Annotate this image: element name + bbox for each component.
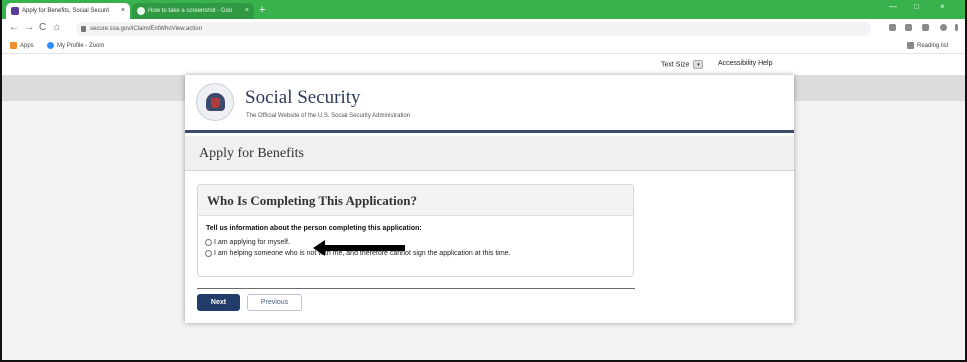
extensions-icon[interactable] bbox=[905, 24, 912, 31]
bookmark-label: Apps bbox=[20, 43, 34, 50]
utility-bar: Text Size ▾ Accessibility Help bbox=[2, 55, 965, 75]
tab-label: How to take a screenshot - Goo bbox=[148, 8, 233, 14]
tab-screenshot-search[interactable]: How to take a screenshot - Goo × bbox=[132, 3, 254, 19]
page-title: Apply for Benefits bbox=[199, 146, 304, 161]
text-size-control[interactable]: Text Size ▾ bbox=[661, 60, 704, 69]
accessibility-help-link[interactable]: Accessibility Help bbox=[718, 60, 772, 67]
maximize-button[interactable]: □ bbox=[914, 2, 919, 11]
browser-toolbar: ← → C ⌂ secure.ssa.gov/iClaim/EntWhoView… bbox=[2, 19, 965, 39]
next-button[interactable]: Next bbox=[197, 294, 240, 311]
bookmark-star-icon[interactable] bbox=[922, 24, 929, 31]
bookmark-zoom-profile[interactable]: My Profile - Zoom bbox=[47, 42, 104, 51]
panel-title: Who Is Completing This Application? bbox=[207, 193, 417, 208]
google-favicon-icon bbox=[137, 7, 145, 15]
back-button[interactable]: ← bbox=[9, 22, 19, 33]
panel-header: Who Is Completing This Application? bbox=[198, 185, 633, 216]
tab-apply-for-benefits[interactable]: Apply for Benefits, Social Securit × bbox=[6, 3, 130, 19]
url-text: secure.ssa.gov/iClaim/EntWhoView.action bbox=[90, 26, 202, 32]
question-panel: Who Is Completing This Application? Tell… bbox=[197, 184, 634, 277]
profile-icon[interactable] bbox=[940, 24, 947, 31]
home-button[interactable]: ⌂ bbox=[54, 22, 60, 33]
forward-button[interactable]: → bbox=[24, 22, 34, 33]
bookmark-apps[interactable]: Apps bbox=[10, 42, 34, 51]
application-card: Social Security The Official Website of … bbox=[185, 75, 794, 323]
question-prompt: Tell us information about the person com… bbox=[206, 225, 422, 232]
page-title-bar: Apply for Benefits bbox=[185, 136, 794, 171]
zoom-icon[interactable] bbox=[889, 24, 896, 31]
tab-strip: Apply for Benefits, Social Securit × How… bbox=[2, 0, 965, 19]
shield-icon bbox=[211, 98, 220, 108]
page-content: Text Size ▾ Accessibility Help Social Se… bbox=[2, 55, 965, 360]
text-size-label: Text Size bbox=[661, 61, 690, 69]
divider bbox=[197, 288, 635, 289]
radio-button[interactable] bbox=[205, 238, 212, 246]
tab-label: Apply for Benefits, Social Securit bbox=[22, 8, 110, 14]
bookmark-label: My Profile - Zoom bbox=[57, 43, 105, 50]
close-window-button[interactable]: × bbox=[940, 2, 945, 11]
option-applying-for-myself[interactable]: I am applying for myself. bbox=[205, 238, 290, 247]
browser-window: Apply for Benefits, Social Securit × How… bbox=[0, 0, 967, 362]
reading-list-icon bbox=[907, 42, 914, 49]
new-tab-button[interactable]: + bbox=[259, 3, 265, 17]
zoom-logo-icon bbox=[47, 42, 54, 49]
ssa-favicon-icon bbox=[11, 7, 19, 15]
org-tagline: The Official Website of the U.S. Social … bbox=[246, 113, 411, 119]
option-label: I am applying for myself. bbox=[214, 239, 290, 246]
previous-button[interactable]: Previous bbox=[247, 294, 302, 311]
minimize-button[interactable]: — bbox=[889, 2, 897, 11]
ssa-seal-icon bbox=[196, 83, 234, 121]
radio-button[interactable] bbox=[205, 249, 212, 257]
reload-button[interactable]: C bbox=[39, 22, 46, 33]
address-bar[interactable]: secure.ssa.gov/iClaim/EntWhoView.action bbox=[76, 22, 871, 36]
close-tab-icon[interactable]: × bbox=[245, 3, 249, 19]
chevron-down-icon[interactable]: ▾ bbox=[693, 60, 704, 69]
menu-icon[interactable] bbox=[955, 24, 958, 31]
bookmarks-bar: Apps My Profile - Zoom Reading list bbox=[2, 39, 965, 54]
lock-icon bbox=[81, 26, 86, 32]
reading-list-button[interactable]: Reading list bbox=[907, 42, 948, 51]
pointer-arrow-icon bbox=[313, 240, 405, 256]
ssa-header: Social Security The Official Website of … bbox=[185, 75, 794, 133]
apps-grid-icon bbox=[10, 42, 17, 49]
close-tab-icon[interactable]: × bbox=[121, 3, 125, 19]
reading-list-label: Reading list bbox=[917, 43, 949, 50]
org-name: Social Security bbox=[245, 87, 361, 108]
